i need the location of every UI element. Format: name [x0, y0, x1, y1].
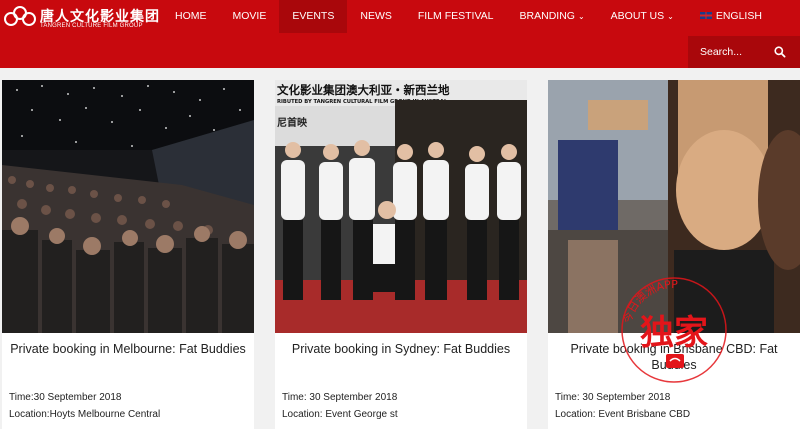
nav-label: ENGLISH — [715, 10, 762, 22]
cinema-audience-photo — [2, 80, 254, 333]
event-time: Time: 30 September 2018 — [555, 392, 671, 403]
event-location: Location: Event George st — [282, 409, 398, 420]
nav-label: NEWS — [360, 10, 392, 22]
nav-label: HOME — [175, 10, 207, 22]
nav-label: EVENTS — [292, 10, 335, 22]
logo-rings-icon — [4, 6, 38, 30]
exclusive-watermark-stamp: 今日澳洲APP 独家 — [620, 277, 727, 383]
nav-language-english[interactable]: ENGLISH — [687, 0, 775, 33]
nav-events[interactable]: EVENTS — [279, 0, 348, 33]
chevron-down-icon: ⌄ — [667, 12, 674, 21]
nav-branding[interactable]: BRANDING ⌄ — [507, 0, 598, 33]
search-icon[interactable] — [773, 45, 787, 59]
backdrop-sign-cn: 尼首映 — [277, 116, 308, 129]
search-input[interactable] — [700, 44, 776, 60]
nav-label: MOVIE — [232, 10, 267, 22]
group-photo-backdrop: 文化影业集团澳大利亚・新西兰地 RIBUTED BY TANGREN CULTU… — [275, 80, 527, 333]
event-image-cinema-audience[interactable] — [2, 80, 254, 333]
chevron-down-icon: ⌄ — [577, 12, 585, 21]
uk-flag-icon — [699, 12, 712, 19]
brand-name-en: TANGREN CULTURE FILM GROUP — [40, 23, 143, 29]
nav-label: FILM FESTIVAL — [417, 10, 494, 22]
event-location: Location:Hoyts Melbourne Central — [9, 409, 161, 420]
event-time: Time: 30 September 2018 — [282, 392, 398, 403]
backdrop-banner-cn: 文化影业集团澳大利亚・新西兰地 — [277, 83, 450, 97]
search-box — [688, 36, 800, 68]
nav-home[interactable]: HOME — [162, 0, 220, 33]
main-nav: HOME MOVIE EVENTS NEWS FILM FESTIVAL BRA… — [162, 0, 775, 33]
event-card-sydney[interactable]: 文化影业集团澳大利亚・新西兰地 RIBUTED BY TANGREN CULTU… — [275, 80, 527, 429]
event-card-melbourne[interactable]: Private booking in Melbourne: Fat Buddie… — [2, 80, 254, 429]
event-image-group-photo[interactable]: 文化影业集团澳大利亚・新西兰地 RIBUTED BY TANGREN CULTU… — [275, 80, 527, 333]
nav-label: ABOUT US — [610, 10, 665, 22]
nav-about-us[interactable]: ABOUT US ⌄ — [598, 0, 687, 33]
watermark-app-icon — [666, 354, 684, 368]
nav-film-festival[interactable]: FILM FESTIVAL — [405, 0, 507, 33]
event-location: Location: Event Brisbane CBD — [555, 409, 691, 420]
event-time: Time:30 September 2018 — [9, 392, 122, 403]
nav-news[interactable]: NEWS — [347, 0, 405, 33]
nav-label: BRANDING — [519, 10, 575, 22]
watermark-main-text: 独家 — [640, 313, 708, 353]
nav-movie[interactable]: MOVIE — [220, 0, 280, 33]
top-navigation-bar: 唐人文化影业集团 TANGREN CULTURE FILM GROUP HOME… — [0, 0, 800, 68]
event-title[interactable]: Private booking in Sydney: Fat Buddies — [281, 341, 521, 357]
event-title[interactable]: Private booking in Melbourne: Fat Buddie… — [8, 341, 248, 357]
brand-logo[interactable]: 唐人文化影业集团 TANGREN CULTURE FILM GROUP — [4, 6, 159, 32]
